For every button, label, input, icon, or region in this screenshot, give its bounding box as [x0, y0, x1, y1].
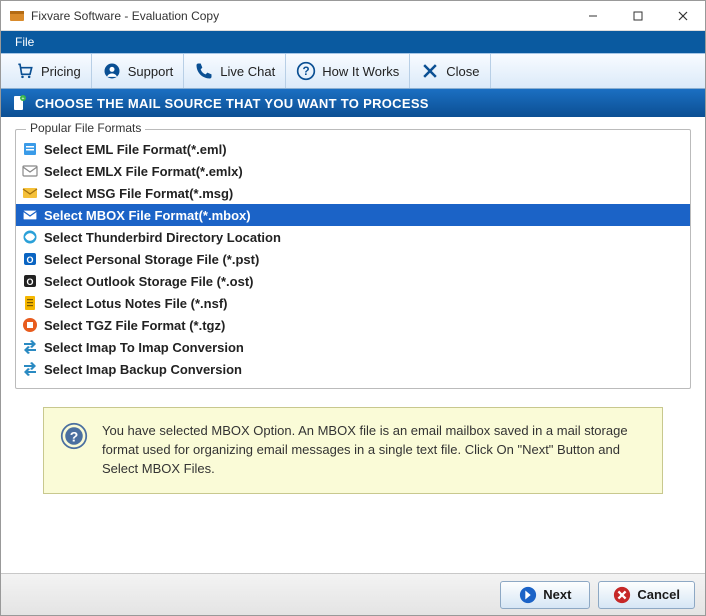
- format-icon: O: [22, 251, 38, 267]
- svg-text:O: O: [26, 277, 33, 287]
- format-label: Select Imap To Imap Conversion: [44, 340, 244, 355]
- format-icon: [22, 185, 38, 201]
- format-item[interactable]: Select Lotus Notes File (*.nsf): [16, 292, 690, 314]
- format-label: Select MBOX File Format(*.mbox): [44, 208, 251, 223]
- toolbar-label: Live Chat: [220, 64, 275, 79]
- cart-icon: [15, 61, 35, 81]
- maximize-button[interactable]: [615, 1, 660, 31]
- format-icon: [22, 339, 38, 355]
- format-item[interactable]: O Select Personal Storage File (*.pst): [16, 248, 690, 270]
- svg-text:O: O: [26, 255, 33, 265]
- toolbar-label: Support: [128, 64, 174, 79]
- info-icon: ?: [60, 422, 88, 450]
- format-label: Select Personal Storage File (*.pst): [44, 252, 259, 267]
- format-item[interactable]: Select EML File Format(*.eml): [16, 138, 690, 160]
- toolbar-label: Pricing: [41, 64, 81, 79]
- format-icon: O: [22, 273, 38, 289]
- cancel-button[interactable]: Cancel: [598, 581, 695, 609]
- format-icon: [22, 229, 38, 245]
- toolbar: Pricing Support Live Chat ? How It Works…: [1, 53, 705, 89]
- question-icon: ?: [296, 61, 316, 81]
- format-icon: [22, 295, 38, 311]
- close-window-button[interactable]: [660, 1, 705, 31]
- window-controls: [570, 1, 705, 31]
- button-label: Next: [543, 587, 571, 602]
- toolbar-close[interactable]: Close: [410, 54, 490, 88]
- format-item[interactable]: Select Imap Backup Conversion: [16, 358, 690, 380]
- app-icon: [9, 8, 25, 24]
- support-icon: [102, 61, 122, 81]
- format-label: Select Thunderbird Directory Location: [44, 230, 281, 245]
- footer: Next Cancel: [1, 573, 705, 615]
- format-item[interactable]: Select Imap To Imap Conversion: [16, 336, 690, 358]
- format-icon: [22, 141, 38, 157]
- format-item[interactable]: Select MSG File Format(*.msg): [16, 182, 690, 204]
- next-button[interactable]: Next: [500, 581, 590, 609]
- toolbar-pricing[interactable]: Pricing: [5, 54, 92, 88]
- header-title: CHOOSE THE MAIL SOURCE THAT YOU WANT TO …: [35, 96, 429, 111]
- info-text: You have selected MBOX Option. An MBOX f…: [102, 422, 646, 479]
- toolbar-howitworks[interactable]: ? How It Works: [286, 54, 410, 88]
- document-icon: +: [11, 95, 27, 111]
- header-strip: + CHOOSE THE MAIL SOURCE THAT YOU WANT T…: [1, 89, 705, 117]
- format-label: Select Outlook Storage File (*.ost): [44, 274, 253, 289]
- format-icon: [22, 163, 38, 179]
- minimize-button[interactable]: [570, 1, 615, 31]
- group-legend: Popular File Formats: [26, 121, 145, 135]
- format-item[interactable]: Select TGZ File Format (*.tgz): [16, 314, 690, 336]
- format-label: Select EMLX File Format(*.emlx): [44, 164, 243, 179]
- phone-icon: [194, 61, 214, 81]
- toolbar-label: How It Works: [322, 64, 399, 79]
- close-icon: [420, 61, 440, 81]
- menu-file[interactable]: File: [7, 33, 42, 51]
- window-title: Fixvare Software - Evaluation Copy: [31, 9, 570, 23]
- format-label: Select Lotus Notes File (*.nsf): [44, 296, 227, 311]
- button-label: Cancel: [637, 587, 680, 602]
- titlebar: Fixvare Software - Evaluation Copy: [1, 1, 705, 31]
- format-icon: [22, 361, 38, 377]
- svg-text:?: ?: [70, 428, 79, 444]
- format-label: Select Imap Backup Conversion: [44, 362, 242, 377]
- svg-text:?: ?: [303, 65, 310, 78]
- format-icon: [22, 207, 38, 223]
- cancel-icon: [613, 586, 631, 604]
- format-item[interactable]: Select MBOX File Format(*.mbox): [16, 204, 690, 226]
- toolbar-support[interactable]: Support: [92, 54, 185, 88]
- formats-group: Popular File Formats Select EML File For…: [15, 129, 691, 389]
- format-icon: [22, 317, 38, 333]
- content-area: Popular File Formats Select EML File For…: [1, 117, 705, 573]
- format-label: Select EML File Format(*.eml): [44, 142, 227, 157]
- format-label: Select MSG File Format(*.msg): [44, 186, 233, 201]
- menubar: File: [1, 31, 705, 53]
- info-box: ? You have selected MBOX Option. An MBOX…: [43, 407, 663, 494]
- format-item[interactable]: Select EMLX File Format(*.emlx): [16, 160, 690, 182]
- format-item[interactable]: Select Thunderbird Directory Location: [16, 226, 690, 248]
- arrow-right-icon: [519, 586, 537, 604]
- format-list: Select EML File Format(*.eml) Select EMLX…: [16, 138, 690, 380]
- format-label: Select TGZ File Format (*.tgz): [44, 318, 225, 333]
- toolbar-livechat[interactable]: Live Chat: [184, 54, 286, 88]
- toolbar-label: Close: [446, 64, 479, 79]
- format-item[interactable]: O Select Outlook Storage File (*.ost): [16, 270, 690, 292]
- svg-text:+: +: [22, 96, 25, 102]
